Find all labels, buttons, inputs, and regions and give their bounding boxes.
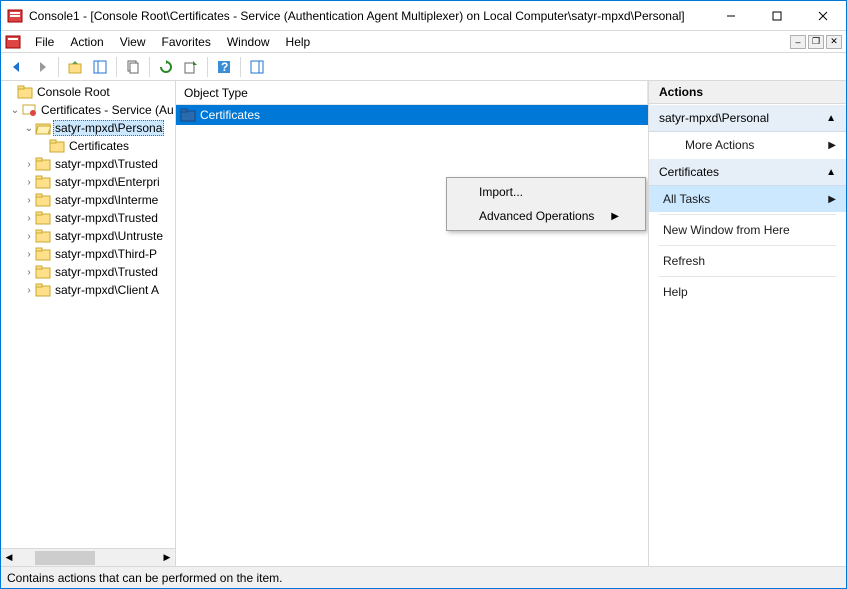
actions-pane: Actions satyr-mpxd\Personal ▲ More Actio… [649,81,846,566]
folder-icon [35,192,51,208]
scrollbar-thumb[interactable] [35,551,95,565]
menu-file[interactable]: File [27,33,62,51]
tree-sibling[interactable]: ›satyr-mpxd\Interme [1,191,175,209]
folder-icon [49,138,65,154]
tree-horizontal-scrollbar[interactable]: ◀ ▶ [1,548,175,566]
folder-open-icon [35,120,51,136]
tree-sibling[interactable]: ›satyr-mpxd\Untruste [1,227,175,245]
collapse-arrow-icon: ▲ [826,113,836,124]
folder-icon [35,156,51,172]
expand-icon[interactable]: › [23,177,35,188]
collapse-icon[interactable]: ⌄ [23,123,35,134]
expand-icon[interactable]: › [23,231,35,242]
mmc-doc-icon [5,34,21,50]
folder-icon [35,264,51,280]
actions-new-window[interactable]: New Window from Here [649,217,846,243]
menu-help[interactable]: Help [278,33,319,51]
expand-icon[interactable]: › [23,267,35,278]
folder-icon [35,174,51,190]
tree-pane: Console Root ⌄ Certificates - Service (A… [1,81,176,566]
collapse-arrow-icon: ▲ [826,167,836,178]
menu-bar: File Action View Favorites Window Help –… [1,31,846,53]
back-button[interactable] [5,55,29,79]
actions-section-certificates[interactable]: Certificates ▲ [649,158,846,186]
certificate-icon [21,102,37,118]
menu-window[interactable]: Window [219,33,278,51]
actions-refresh[interactable]: Refresh [649,248,846,274]
up-button[interactable] [63,55,87,79]
actions-all-tasks[interactable]: All Tasks ▶ [649,186,846,212]
tree-sibling[interactable]: ›satyr-mpxd\Client A [1,281,175,299]
window-title: Console1 - [Console Root\Certificates - … [29,9,708,23]
folder-icon [35,246,51,262]
folder-icon [17,84,33,100]
minimize-button[interactable] [708,1,754,31]
expand-icon[interactable]: › [23,285,35,296]
list-pane: Object Type Certificates Import... Advan… [176,81,649,566]
list-item-certificates[interactable]: Certificates [176,105,648,125]
mdi-close-button[interactable]: ✕ [826,35,842,49]
export-button[interactable] [179,55,203,79]
folder-icon [35,228,51,244]
tree-personal[interactable]: ⌄ satyr-mpxd\Persona [1,119,175,137]
main-area: Console Root ⌄ Certificates - Service (A… [1,81,846,566]
folder-icon [35,282,51,298]
status-text: Contains actions that can be performed o… [7,571,283,585]
tree-sibling[interactable]: ›satyr-mpxd\Trusted [1,155,175,173]
tree-console-root[interactable]: Console Root [1,83,175,101]
divider [659,214,836,215]
show-hide-action-pane-button[interactable] [245,55,269,79]
actions-help[interactable]: Help [649,279,846,305]
status-bar: Contains actions that can be performed o… [1,566,846,588]
tree-personal-certificates[interactable]: Certificates [1,137,175,155]
expand-icon[interactable]: › [23,195,35,206]
tree-sibling[interactable]: ›satyr-mpxd\Trusted [1,209,175,227]
menu-favorites[interactable]: Favorites [154,33,219,51]
tree-certificates-service[interactable]: ⌄ Certificates - Service (Au [1,101,175,119]
svg-text:?: ? [221,60,228,74]
folder-icon [35,210,51,226]
collapse-icon[interactable]: ⌄ [9,105,21,116]
divider [659,245,836,246]
divider [659,276,836,277]
context-menu: Import... Advanced Operations▶ [446,177,646,231]
column-object-type[interactable]: Object Type [176,81,648,104]
expand-icon[interactable]: › [23,249,35,260]
tree-sibling[interactable]: ›satyr-mpxd\Enterpri [1,173,175,191]
submenu-arrow-icon: ▶ [828,194,836,205]
expand-icon[interactable]: › [23,213,35,224]
scroll-right-icon[interactable]: ▶ [159,552,175,563]
menu-view[interactable]: View [112,33,154,51]
tree-sibling[interactable]: ›satyr-mpxd\Trusted [1,263,175,281]
help-button[interactable]: ? [212,55,236,79]
submenu-arrow-icon: ▶ [828,140,836,151]
actions-more-actions[interactable]: More Actions ▶ [649,132,846,158]
folder-icon [180,107,196,123]
window-titlebar: Console1 - [Console Root\Certificates - … [1,1,846,31]
tree-sibling[interactable]: ›satyr-mpxd\Third-P [1,245,175,263]
refresh-button[interactable] [154,55,178,79]
forward-button[interactable] [30,55,54,79]
toolbar: ? [1,53,846,81]
context-menu-import[interactable]: Import... [449,180,643,204]
mdi-restore-button[interactable]: ❐ [808,35,824,49]
close-button[interactable] [800,1,846,31]
actions-title: Actions [649,81,846,104]
mdi-minimize-button[interactable]: – [790,35,806,49]
context-menu-advanced-operations[interactable]: Advanced Operations▶ [449,204,643,228]
scroll-left-icon[interactable]: ◀ [1,552,17,563]
show-hide-tree-button[interactable] [88,55,112,79]
copy-button[interactable] [121,55,145,79]
mmc-app-icon [7,8,23,24]
actions-section-personal[interactable]: satyr-mpxd\Personal ▲ [649,104,846,132]
list-header[interactable]: Object Type [176,81,648,105]
submenu-arrow-icon: ▶ [611,211,619,222]
expand-icon[interactable]: › [23,159,35,170]
menu-action[interactable]: Action [62,33,111,51]
maximize-button[interactable] [754,1,800,31]
